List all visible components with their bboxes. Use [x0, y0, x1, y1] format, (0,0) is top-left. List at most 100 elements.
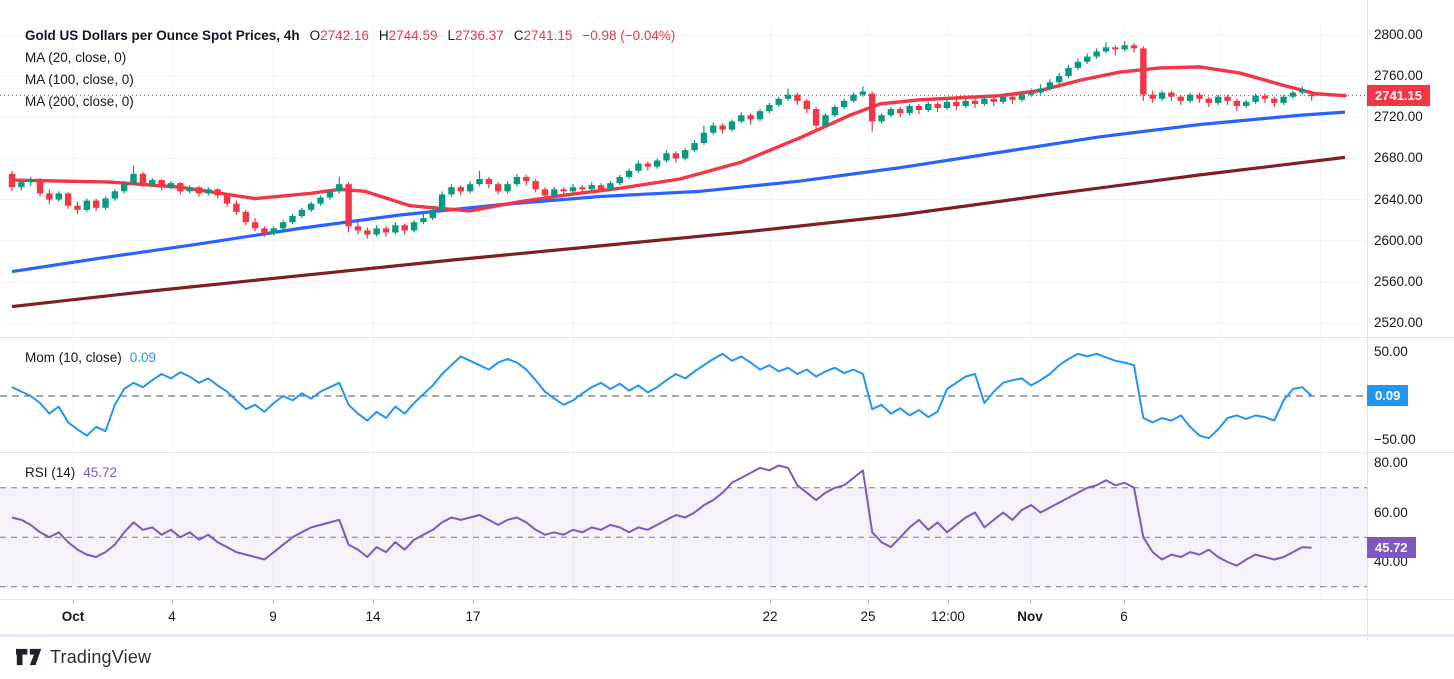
candle-body — [1178, 97, 1184, 101]
candle-body — [93, 201, 99, 208]
candle-body — [1299, 90, 1305, 93]
price-axis-label: 2680.00 — [1374, 150, 1423, 166]
candle-body — [532, 181, 538, 189]
candle-body — [1243, 102, 1249, 106]
rsi-axis-label: 60.00 — [1374, 505, 1408, 521]
candle-body — [345, 184, 351, 226]
time-axis[interactable] — [0, 600, 1367, 640]
rsi-value: 45.72 — [83, 465, 117, 480]
candle-body — [448, 187, 454, 194]
candle-body — [1234, 101, 1240, 106]
time-axis-label: 6 — [1120, 609, 1128, 624]
candle-body — [280, 222, 286, 228]
candle-body — [261, 228, 267, 233]
candle-body — [944, 102, 950, 108]
candle-body — [373, 228, 379, 234]
candle-body — [757, 111, 763, 119]
momentum-legend[interactable]: Mom (10, close) 0.09 — [25, 350, 156, 365]
candle-body — [504, 184, 510, 191]
candle-body — [1009, 97, 1015, 100]
candle-body — [813, 109, 819, 125]
candle-body — [84, 201, 90, 210]
candle-body — [233, 204, 239, 212]
time-axis-label: Oct — [62, 609, 85, 624]
momentum-value: 0.09 — [130, 350, 156, 365]
candle-body — [897, 109, 903, 113]
price-axis-label: 2520.00 — [1374, 315, 1423, 331]
candle-body — [860, 92, 866, 95]
candle-body — [46, 193, 52, 199]
candle-body — [794, 95, 800, 101]
candle-body — [168, 183, 174, 187]
candle-body — [1065, 68, 1071, 76]
candle-body — [9, 174, 15, 187]
candle-body — [925, 104, 931, 110]
legend-ma100[interactable]: MA (100, close, 0) — [25, 68, 675, 90]
price-axis-label: 2560.00 — [1374, 274, 1423, 290]
candle-body — [1196, 95, 1202, 99]
candle-body — [570, 187, 576, 191]
candle-body — [430, 210, 436, 218]
time-axis-label: 12:00 — [931, 609, 965, 624]
time-axis-label: 22 — [762, 609, 777, 624]
candle-body — [776, 99, 782, 105]
time-axis-label: 14 — [365, 609, 380, 624]
price-axis-label: 2640.00 — [1374, 192, 1423, 208]
ohlc-close: C2741.15 — [510, 28, 573, 43]
price-axis-label: 2720.00 — [1374, 109, 1423, 125]
legend-ma200[interactable]: MA (200, close, 0) — [25, 90, 675, 112]
candle-body — [355, 226, 361, 230]
candle-body — [1037, 88, 1043, 92]
time-axis-label: 4 — [168, 609, 176, 624]
tradingview-logo[interactable]: TradingView — [16, 646, 151, 668]
candle-body — [392, 225, 398, 232]
candle-body — [738, 115, 744, 121]
candle-body — [177, 183, 183, 191]
candle-body — [308, 204, 314, 210]
candle-body — [589, 185, 595, 189]
time-axis-label: 17 — [465, 609, 480, 624]
rsi-label: RSI (14) — [25, 465, 75, 480]
candle-body — [542, 189, 548, 195]
candle-body — [1290, 93, 1296, 97]
candle-body — [1252, 96, 1258, 102]
candle-body — [635, 164, 641, 171]
candle-body — [710, 126, 716, 133]
candle-body — [822, 115, 828, 125]
candle-body — [215, 189, 221, 195]
legend: Gold US Dollars per Ounce Spot Prices, 4… — [25, 24, 675, 112]
candle-body — [729, 121, 735, 129]
candle-body — [364, 230, 370, 234]
momentum-label: Mom (10, close) — [25, 350, 122, 365]
candle-body — [673, 153, 679, 158]
tradingview-chart-window: Gold US Dollars per Ounce Spot Prices, 4… — [0, 0, 1454, 679]
candle-body — [607, 183, 613, 189]
candle-body — [1140, 48, 1146, 94]
candle-body — [467, 184, 473, 191]
candle-body — [626, 171, 632, 177]
candle-body — [850, 95, 856, 101]
candle-body — [495, 184, 501, 191]
candle-body — [56, 193, 62, 199]
candle-body — [317, 198, 323, 204]
candle-body — [579, 187, 585, 189]
candle-body — [130, 174, 136, 183]
candle-body — [1215, 97, 1221, 103]
candle-body — [1103, 47, 1109, 51]
candle-body — [65, 193, 71, 205]
candle-body — [1056, 76, 1062, 82]
momentum-axis-label: −50.00 — [1374, 432, 1416, 448]
candle-body — [953, 102, 959, 106]
rsi-legend[interactable]: RSI (14) 45.72 — [25, 465, 117, 480]
candle-body — [747, 115, 753, 119]
candle-body — [645, 164, 651, 167]
symbol-legend-row[interactable]: Gold US Dollars per Ounce Spot Prices, 4… — [25, 24, 675, 46]
candle-body — [1084, 57, 1090, 62]
legend-ma20[interactable]: MA (20, close, 0) — [25, 46, 675, 68]
candle-body — [1121, 45, 1127, 49]
candle-body — [28, 180, 34, 182]
candle-body — [691, 143, 697, 150]
candle-body — [878, 115, 884, 121]
candle-body — [383, 228, 389, 232]
candle-body — [1131, 45, 1137, 48]
